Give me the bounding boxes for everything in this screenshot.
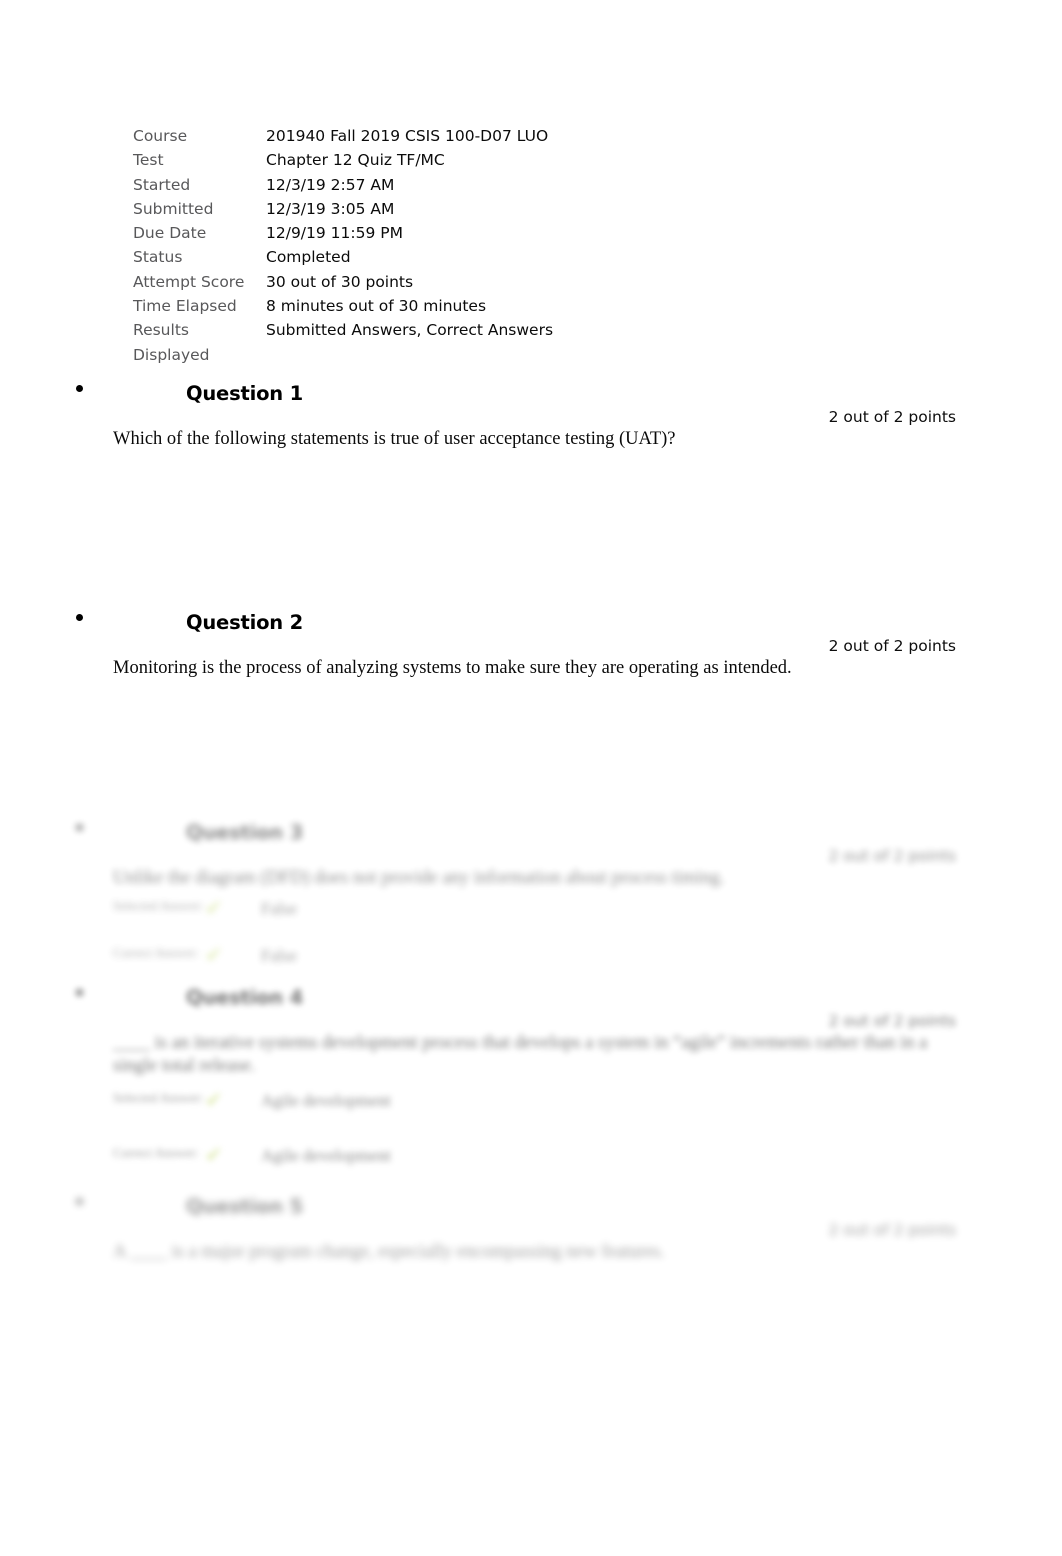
question-text: ____ is an iterative systems development… <box>113 1033 928 1076</box>
question-text: Monitoring is the process of analyzing s… <box>113 658 792 678</box>
question-points: 2 out of 2 points <box>828 847 956 865</box>
bullet-icon <box>76 385 83 392</box>
summary-value-course: 201940 Fall 2019 CSIS 100-D07 LUO <box>266 127 549 145</box>
question-points: 2 out of 2 points <box>828 637 956 655</box>
answer-label: Correct Answer: <box>113 945 199 960</box>
answer-row: Correct Answer: ✔ Agile development <box>113 1145 943 1166</box>
question-block-2: Question 2 2 out of 2 points Monitoring … <box>0 610 1062 678</box>
question-block-4: Question 4 2 out of 2 points ____ is an … <box>0 985 1062 1166</box>
answer-text: False <box>261 946 297 965</box>
summary-label-time-elapsed: Time Elapsed <box>133 297 237 316</box>
bullet-icon <box>76 1198 83 1205</box>
check-icon: ✔ <box>205 1143 223 1167</box>
summary-value-test: Chapter 12 Quiz TF/MC <box>266 151 445 170</box>
summary-row-attempt-score: Attempt Score 30 out of 30 points <box>133 270 603 294</box>
attempt-summary-table: Course 201940 Fall 2019 CSIS 100-D07 LUO… <box>133 124 603 367</box>
summary-row-time-elapsed: Time Elapsed 8 minutes out of 30 minutes <box>133 294 603 318</box>
summary-value-status: Completed <box>266 248 351 267</box>
question-title: Question 1 <box>186 382 303 405</box>
summary-value-results-displayed: Submitted Answers, Correct Answers <box>266 321 554 340</box>
question-title: Question 3 <box>186 821 303 844</box>
summary-row-due-date: Due Date 12/9/19 11:59 PM <box>133 221 603 245</box>
answer-row: Selected Answer: ✔ False <box>113 898 943 919</box>
summary-value-due-date: 12/9/19 11:59 PM <box>266 224 403 243</box>
summary-row-started: Started 12/3/19 2:57 AM <box>133 173 603 197</box>
bullet-icon <box>76 614 83 621</box>
answer-row: Correct Answer: ✔ False <box>113 945 943 966</box>
summary-label-due-date: Due Date <box>133 224 207 243</box>
question-title: Question 5 <box>186 1195 303 1218</box>
summary-label-attempt-score: Attempt Score <box>133 272 245 291</box>
question-points: 2 out of 2 points <box>828 408 956 426</box>
answer-text: False <box>261 899 297 918</box>
summary-label-course: Course <box>133 127 188 145</box>
check-icon: ✔ <box>205 1088 223 1112</box>
question-points: 2 out of 2 points <box>828 1221 956 1239</box>
question-block-3: Question 3 2 out of 2 points Unlike the … <box>0 820 1062 966</box>
question-title: Question 2 <box>186 611 303 634</box>
summary-value-attempt-score: 30 out of 30 points <box>266 272 414 291</box>
summary-row-course: Course 201940 Fall 2019 CSIS 100-D07 LUO <box>133 124 603 148</box>
summary-row-submitted: Submitted 12/3/19 3:05 AM <box>133 197 603 221</box>
summary-value-submitted: 12/3/19 3:05 AM <box>266 199 395 218</box>
question-block-5: Question 5 2 out of 2 points A ____ is a… <box>0 1194 1062 1262</box>
summary-label-started: Started <box>133 175 191 194</box>
answer-text: Agile development <box>261 1146 391 1165</box>
bullet-icon <box>76 989 83 996</box>
answer-text: Agile development <box>261 1091 391 1110</box>
question-text: Which of the following statements is tru… <box>113 429 676 449</box>
question-text: A ____ is a major program change, especi… <box>113 1242 665 1262</box>
summary-label-status: Status <box>133 248 183 267</box>
check-icon: ✔ <box>205 896 223 920</box>
summary-value-time-elapsed: 8 minutes out of 30 minutes <box>266 297 487 316</box>
summary-label-test: Test <box>133 151 164 170</box>
question-title: Question 4 <box>186 986 303 1009</box>
answer-label: Correct Answer: <box>113 1145 199 1160</box>
summary-row-status: Status Completed <box>133 245 603 269</box>
question-text: Unlike the diagram (DFD) does not provid… <box>113 868 725 888</box>
summary-label-submitted: Submitted <box>133 199 214 218</box>
question-points: 2 out of 2 points <box>828 1012 956 1030</box>
summary-label-results-displayed: Results Displayed <box>133 321 210 364</box>
summary-value-started: 12/3/19 2:57 AM <box>266 175 395 194</box>
summary-row-results-displayed: Results Displayed Submitted Answers, Cor… <box>133 318 603 367</box>
answer-label: Selected Answer: <box>113 898 204 913</box>
bullet-icon <box>76 824 83 831</box>
summary-row-test: Test Chapter 12 Quiz TF/MC <box>133 148 603 172</box>
answer-label: Selected Answer: <box>113 1090 204 1105</box>
answer-row: Selected Answer: ✔ Agile development <box>113 1090 943 1111</box>
check-icon: ✔ <box>205 943 223 967</box>
question-block-1: Question 1 2 out of 2 points Which of th… <box>0 381 1062 449</box>
